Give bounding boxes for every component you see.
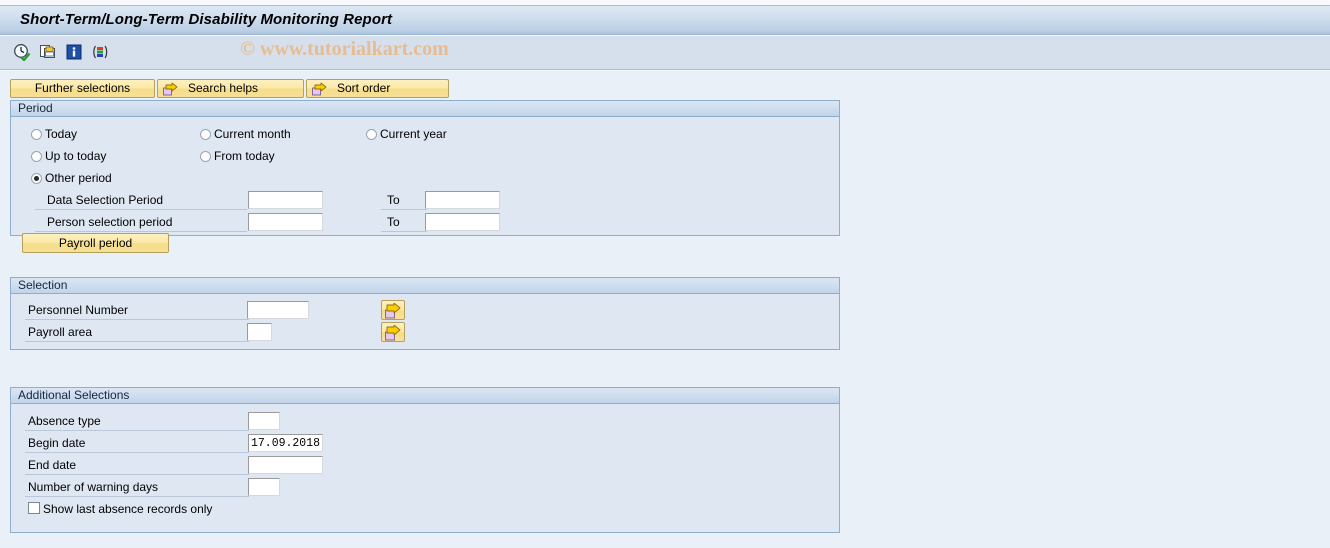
radio-current-month-label: Current month [214, 127, 291, 141]
person-selection-period-label: Person selection period [47, 215, 173, 229]
data-selection-period-to-input[interactable] [425, 191, 500, 209]
selection-screen-content: Further selections Search helps Sort ord… [0, 71, 1330, 548]
info-icon[interactable] [65, 43, 83, 61]
person-selection-period-from-input[interactable] [248, 213, 323, 231]
payroll-period-button[interactable]: Payroll period [22, 233, 169, 253]
begin-date-label: Begin date [28, 436, 86, 450]
selection-group-title: Selection [11, 278, 839, 294]
person-selection-period-to-input[interactable] [425, 213, 500, 231]
radio-current-year-indicator[interactable] [366, 129, 377, 140]
field-underline [35, 209, 247, 210]
data-selection-period-label: Data Selection Period [47, 193, 164, 207]
personnel-number-input[interactable] [247, 301, 309, 319]
radio-today-label: Today [45, 127, 78, 141]
payroll-area-multiple-selection-button[interactable] [381, 322, 405, 342]
field-underline [25, 341, 249, 342]
radio-today-indicator[interactable] [31, 129, 42, 140]
absence-type-input[interactable] [248, 412, 280, 430]
further-selections-button[interactable]: Further selections [10, 79, 155, 98]
field-underline [25, 496, 249, 497]
radio-current-month-indicator[interactable] [200, 129, 211, 140]
arrow-right-icon [163, 82, 178, 96]
additional-selections-group-title: Additional Selections [11, 388, 839, 404]
sort-order-label: Sort order [337, 81, 391, 95]
show-last-absence-records-label: Show last absence records only [43, 502, 213, 516]
field-underline [25, 474, 249, 475]
field-underline [381, 231, 427, 232]
number-of-warning-days-input[interactable] [248, 478, 280, 496]
field-underline [25, 430, 249, 431]
radio-other-period-indicator[interactable] [31, 173, 42, 184]
field-underline [25, 319, 249, 320]
person-selection-period-to-label: To [387, 215, 400, 229]
search-helps-label: Search helps [188, 81, 259, 95]
show-last-absence-records-checkbox[interactable] [28, 502, 40, 514]
arrow-right-icon [312, 82, 327, 96]
search-helps-button[interactable]: Search helps [157, 79, 304, 98]
execute-icon[interactable] [13, 43, 31, 62]
application-toolbar [0, 36, 1330, 70]
application-window: Short-Term/Long-Term Disability Monitori… [0, 0, 1330, 548]
number-of-warning-days-label: Number of warning days [28, 480, 159, 494]
personnel-number-label: Personnel Number [28, 303, 129, 317]
radio-current-year-label: Current year [380, 127, 447, 141]
personnel-number-multiple-selection-button[interactable] [381, 300, 405, 320]
radio-up-to-today-indicator[interactable] [31, 151, 42, 162]
end-date-label: End date [28, 458, 77, 472]
data-selection-period-to-label: To [387, 193, 400, 207]
begin-date-input[interactable] [248, 434, 323, 452]
payroll-area-input[interactable] [247, 323, 272, 341]
period-group-box: Period Today Current month Current year … [10, 100, 840, 236]
arrow-right-icon [385, 303, 401, 319]
radio-other-period-label: Other period [45, 171, 112, 185]
data-selection-period-from-input[interactable] [248, 191, 323, 209]
payroll-area-label: Payroll area [28, 325, 93, 339]
period-group-title: Period [11, 101, 839, 117]
page-title: Short-Term/Long-Term Disability Monitori… [20, 11, 393, 28]
copy-variant-icon[interactable] [39, 43, 57, 61]
field-underline [35, 231, 247, 232]
radio-up-to-today-label: Up to today [45, 149, 107, 163]
radio-from-today-label: From today [214, 149, 275, 163]
end-date-input[interactable] [248, 456, 323, 474]
window-title-bar: Short-Term/Long-Term Disability Monitori… [0, 6, 1330, 35]
sort-order-button[interactable]: Sort order [306, 79, 449, 98]
layout-icon[interactable] [91, 43, 109, 61]
arrow-right-icon [385, 325, 401, 341]
selection-group-box: Selection Personnel Number Payroll area [10, 277, 840, 350]
field-underline [25, 452, 249, 453]
radio-from-today-indicator[interactable] [200, 151, 211, 162]
additional-selections-group-box: Additional Selections Absence type Begin… [10, 387, 840, 533]
field-underline [381, 209, 427, 210]
absence-type-label: Absence type [28, 414, 101, 428]
